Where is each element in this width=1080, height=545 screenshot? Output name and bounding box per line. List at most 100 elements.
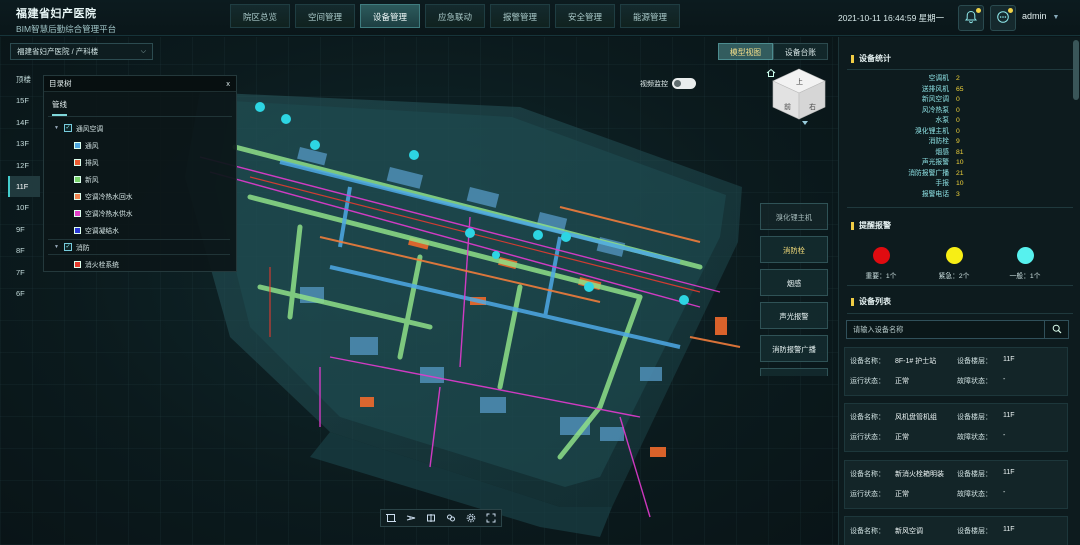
floor-list: 顶楼 15F 14F 13F 12F 11F 10F 9F 8F 7F 6F <box>8 69 40 304</box>
device-card[interactable]: 设备名称： 新消火栓箱明装 设备楼层： 11F 运行状态： 正常 故障状态： - <box>844 460 1068 509</box>
tree-item-condensate[interactable]: 空调凝结水 <box>74 225 119 235</box>
device-floor: 11F <box>1003 469 1015 476</box>
stat-name: 水泵 <box>935 117 949 124</box>
settings-icon[interactable] <box>465 512 477 524</box>
nav-tab-alarm[interactable]: 报警管理 <box>490 4 550 28</box>
device-card[interactable]: 设备名称： 新风空调 设备楼层： 11F <box>844 516 1068 545</box>
nav-tab-safety[interactable]: 安全管理 <box>555 4 615 28</box>
label-run-status: 运行状态： <box>850 434 885 441</box>
floor-item-11f[interactable]: 11F <box>8 175 40 198</box>
tree-item-hydrant[interactable]: 消火栓系统 <box>74 259 119 269</box>
system-button-hydrant[interactable]: 消防栓 <box>760 236 828 263</box>
tree-group-label: 消防 <box>76 245 90 252</box>
section-title-label: 提醒报警 <box>859 221 891 230</box>
device-search <box>846 320 1069 339</box>
system-button-audible-alarm[interactable]: 声光报警 <box>760 302 828 329</box>
device-card[interactable]: 设备名称： 风机盘管机组 设备楼层： 11F 运行状态： 正常 故障状态： - <box>844 403 1068 452</box>
building-select-value: 福建省妇产医院 / 产科楼 <box>17 47 99 56</box>
tree-item-fresh-air[interactable]: 新风 <box>74 174 99 184</box>
label-device-name: 设备名称： <box>850 414 885 421</box>
alarm-important[interactable]: 重要：1个 <box>861 247 901 280</box>
alarm-general[interactable]: 一般：1个 <box>1005 247 1045 280</box>
device-card[interactable]: 设备名称： 8F-1# 护士站 设备楼层： 11F 运行状态： 正常 故障状态：… <box>844 347 1068 396</box>
tree-item-label: 排风 <box>85 160 99 167</box>
user-menu[interactable]: admin ▼ <box>1022 11 1059 21</box>
floor-item-9f[interactable]: 9F <box>8 219 40 240</box>
panel-scrollbar[interactable] <box>1073 40 1079 100</box>
nav-tab-space[interactable]: 空间管理 <box>295 4 355 28</box>
tree-item-label: 空调冷热水回水 <box>85 194 133 201</box>
alarm-label: 重要：1个 <box>865 273 897 280</box>
checkbox-icon[interactable]: ✓ <box>64 243 72 251</box>
label-device-name: 设备名称： <box>850 471 885 478</box>
label-device-floor: 设备楼层： <box>957 471 992 478</box>
floor-item-6f[interactable]: 6F <box>8 283 40 304</box>
tree-item-label: 空调凝结水 <box>85 228 119 235</box>
chevron-down-icon: ⌵ <box>140 48 146 55</box>
frame-icon[interactable] <box>385 512 397 524</box>
expand-arrow-icon[interactable]: ▼ <box>54 125 60 131</box>
message-button[interactable] <box>990 5 1016 31</box>
tree-group-label: 通风空调 <box>76 126 104 133</box>
device-search-input[interactable] <box>847 321 1044 338</box>
tree-item-exhaust[interactable]: 排风 <box>74 157 99 167</box>
layers-icon[interactable] <box>445 512 457 524</box>
floor-item-15f[interactable]: 15F <box>8 90 40 111</box>
tree-item-label: 通风 <box>85 143 99 150</box>
stat-name: 送排风机 <box>921 85 949 93</box>
nav-tab-campus[interactable]: 院区总览 <box>230 4 290 28</box>
tree-item-ventilation[interactable]: 通风 <box>74 140 99 150</box>
floor-item-14f[interactable]: 14F <box>8 112 40 133</box>
stat-name: 新风空调 <box>921 96 949 103</box>
label-device-floor: 设备楼层： <box>957 414 992 421</box>
system-button-lithium-bromide[interactable]: 溴化锂主机 <box>760 203 828 230</box>
tab-device-ledger[interactable]: 设备台账 <box>773 43 828 60</box>
fullscreen-icon[interactable] <box>485 512 497 524</box>
building-select[interactable]: 福建省妇产医院 / 产科楼 ⌵ <box>10 43 153 60</box>
nav-tab-equipment[interactable]: 设备管理 <box>360 4 420 28</box>
label-device-floor: 设备楼层： <box>957 358 992 365</box>
tab-pipelines[interactable]: 管线 <box>52 99 67 116</box>
notification-dot <box>1008 8 1013 13</box>
floor-item-10f[interactable]: 10F <box>8 197 40 218</box>
tree-group-fire[interactable]: ▼ ✓ 消防 <box>54 242 90 252</box>
floor-item-8f[interactable]: 8F <box>8 240 40 261</box>
nav-tab-energy[interactable]: 能源管理 <box>620 4 680 28</box>
expand-arrow-icon[interactable]: ▼ <box>54 244 60 250</box>
checkbox-icon[interactable]: ✓ <box>64 124 72 132</box>
measure-icon[interactable] <box>405 512 417 524</box>
floor-item-roof[interactable]: 顶楼 <box>8 69 40 90</box>
navigation-cube[interactable]: 上 前 右 <box>768 67 830 127</box>
tree-item-label: 消火栓系统 <box>85 262 119 269</box>
toggle-switch[interactable] <box>672 78 696 89</box>
close-icon[interactable]: x <box>226 76 230 92</box>
alarm-label: 一般：1个 <box>1009 273 1041 280</box>
search-button[interactable] <box>1044 321 1068 338</box>
label-device-name: 设备名称： <box>850 358 885 365</box>
run-status: 正常 <box>895 378 909 385</box>
stat-value: 0 <box>956 106 960 114</box>
video-monitor-toggle[interactable]: 视频监控 <box>640 78 696 89</box>
label-fault-status: 故障状态： <box>957 378 992 385</box>
run-status: 正常 <box>895 491 909 498</box>
system-button-more[interactable] <box>760 368 828 376</box>
tree-item-chw-supply[interactable]: 空调冷热水供水 <box>74 208 133 218</box>
section-icon[interactable] <box>425 512 437 524</box>
tree-item-chw-return[interactable]: 空调冷热水回水 <box>74 191 133 201</box>
tree-group-hvac[interactable]: ▼ ✓ 通风空调 <box>54 123 103 133</box>
alarm-urgent[interactable]: 紧急：2个 <box>934 247 974 280</box>
alarm-bell-button[interactable] <box>958 5 984 31</box>
cube-label-top: 上 <box>796 77 803 86</box>
floor-item-12f[interactable]: 12F <box>8 155 40 176</box>
system-button-fire-broadcast[interactable]: 消防报警广播 <box>760 335 828 362</box>
floor-item-7f[interactable]: 7F <box>8 262 40 283</box>
tab-model-view[interactable]: 模型视图 <box>718 43 773 60</box>
search-icon <box>1052 324 1062 336</box>
viewer-toolbar <box>380 509 502 527</box>
floor-item-13f[interactable]: 13F <box>8 133 40 154</box>
system-button-smoke-detector[interactable]: 烟感 <box>760 269 828 296</box>
video-monitor-label: 视频监控 <box>640 80 668 88</box>
bim-viewport[interactable]: 福建省妇产医院 / 产科楼 ⌵ 顶楼 15F 14F 13F 12F 11F 1… <box>0 37 838 545</box>
brand: 福建省妇产医院 BIM智慧后勤综合管理平台 <box>16 5 116 35</box>
nav-tab-emergency[interactable]: 应急联动 <box>425 4 485 28</box>
